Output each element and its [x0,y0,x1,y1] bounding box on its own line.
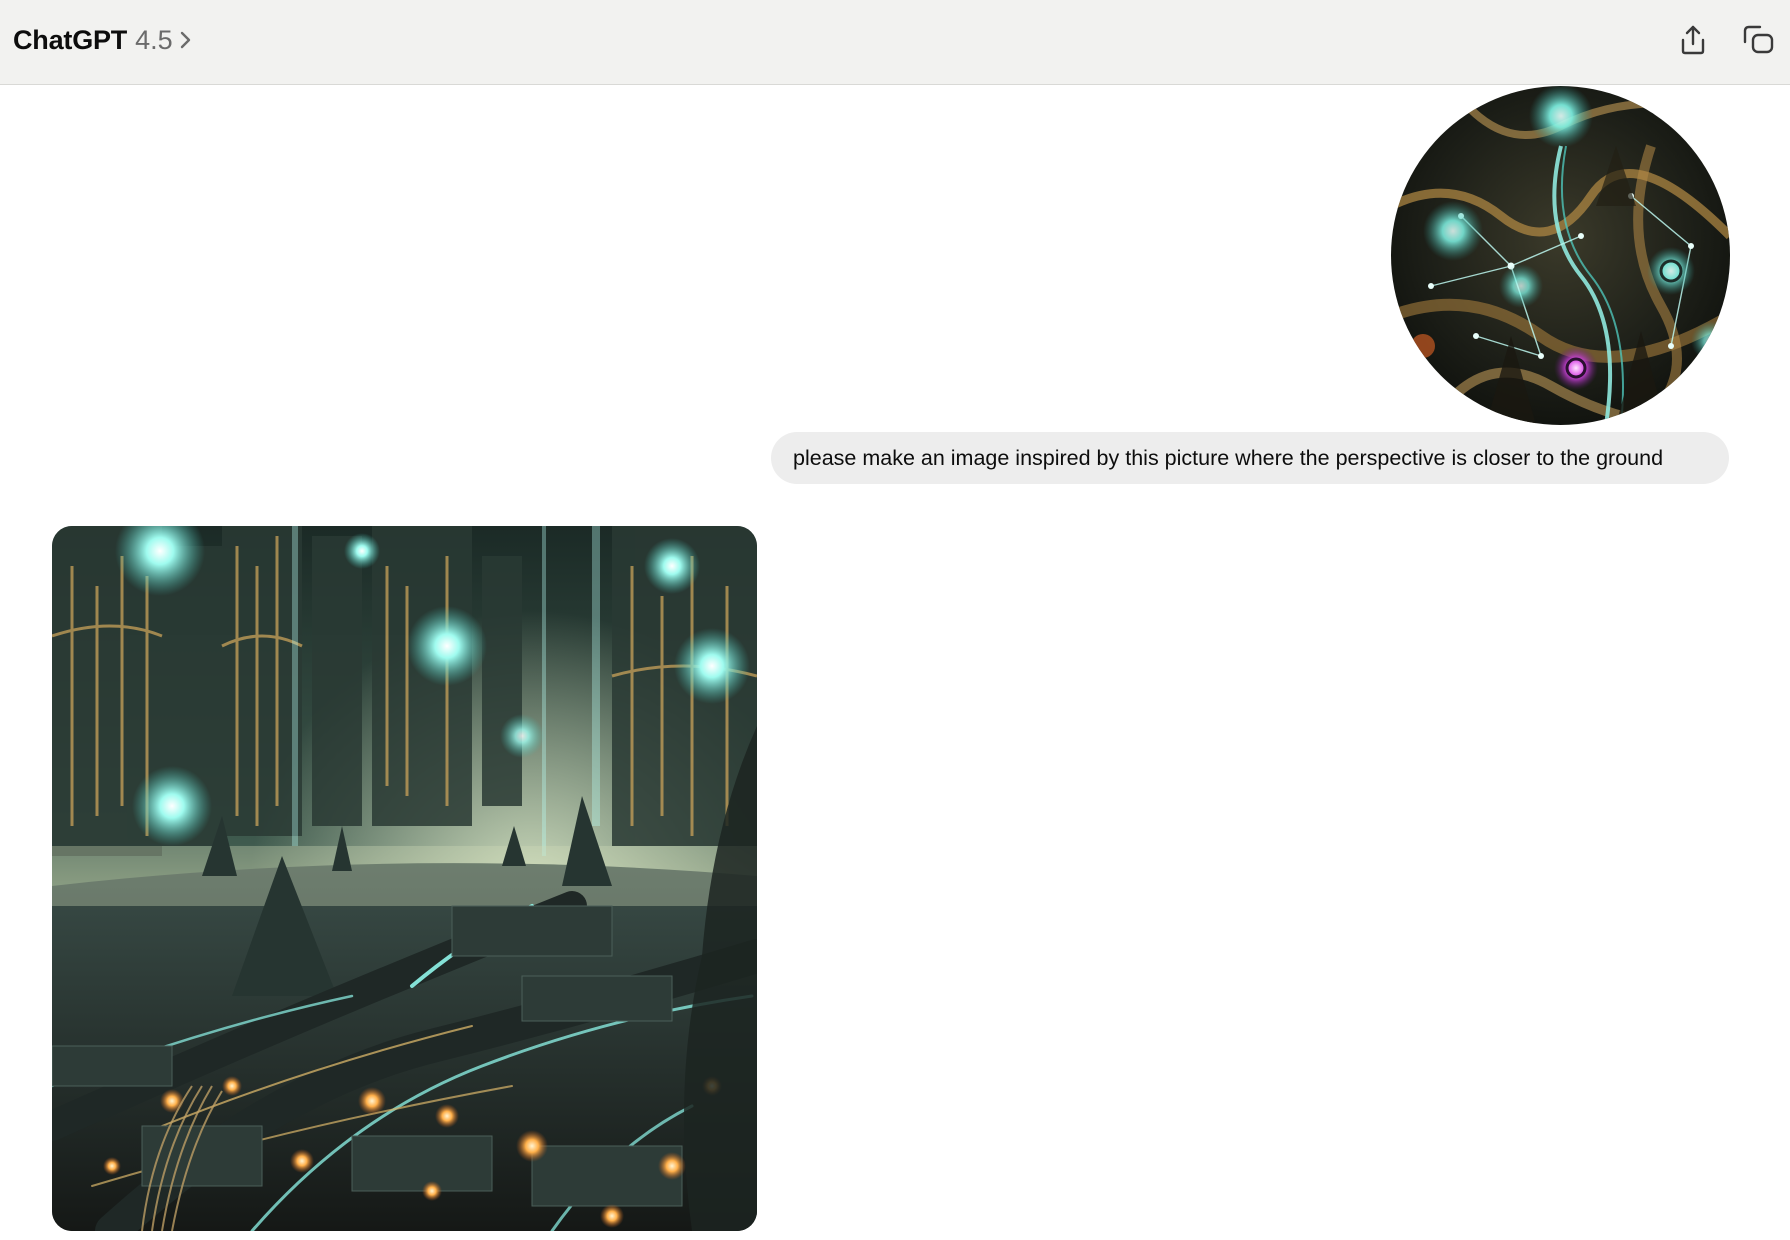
user-message-bubble: please make an image inspired by this pi… [771,432,1729,484]
model-version-label: 4.5 [135,24,173,55]
new-chat-button[interactable] [1738,20,1778,60]
app-title: ChatGPT [13,24,128,55]
user-uploaded-image[interactable] [1391,86,1730,425]
user-message-text: please make an image inspired by this pi… [793,445,1664,470]
new-chat-icon [1740,22,1776,58]
share-upload-icon [1676,23,1710,57]
top-bar: ChatGPT 4.5 [0,0,1790,85]
share-button[interactable] [1673,20,1713,60]
model-selector[interactable]: ChatGPT 4.5 [13,20,193,60]
generated-image[interactable] [52,526,757,1231]
chevron-right-icon [179,29,193,51]
